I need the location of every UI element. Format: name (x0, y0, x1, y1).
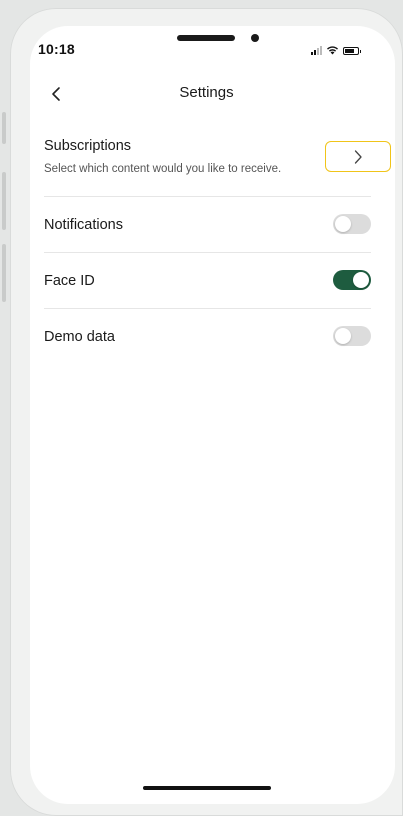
page-title: Settings (179, 84, 234, 101)
divider (44, 308, 371, 309)
phone-frame (10, 8, 403, 816)
divider (44, 196, 371, 197)
home-indicator[interactable] (143, 786, 271, 790)
subscriptions-label: Subscriptions (44, 138, 132, 154)
divider (44, 252, 371, 253)
notifications-toggle[interactable] (333, 214, 371, 234)
subscriptions-description: Select which content would you like to r… (44, 163, 282, 175)
toggle-knob (335, 328, 351, 344)
mute-switch (2, 112, 6, 144)
notifications-label: Notifications (44, 217, 123, 233)
wifi-icon (327, 46, 338, 55)
signal-icon (311, 45, 322, 55)
toggle-knob (335, 216, 351, 232)
status-time: 10:18 (38, 41, 75, 57)
face-id-toggle[interactable] (333, 270, 371, 290)
demo-data-label: Demo data (44, 329, 115, 345)
app-stage: 10:18 Settings Subscriptions Select whic… (0, 0, 403, 816)
battery-icon (343, 47, 361, 55)
demo-data-toggle[interactable] (333, 326, 371, 346)
subscriptions-open-button[interactable] (325, 141, 391, 172)
volume-down-button (2, 244, 6, 302)
chevron-right-icon (354, 149, 362, 164)
volume-up-button (2, 172, 6, 230)
front-camera (251, 34, 259, 42)
toggle-knob (353, 272, 369, 288)
status-icons (311, 43, 361, 55)
face-id-label: Face ID (44, 273, 95, 289)
speaker-grille (177, 35, 235, 41)
